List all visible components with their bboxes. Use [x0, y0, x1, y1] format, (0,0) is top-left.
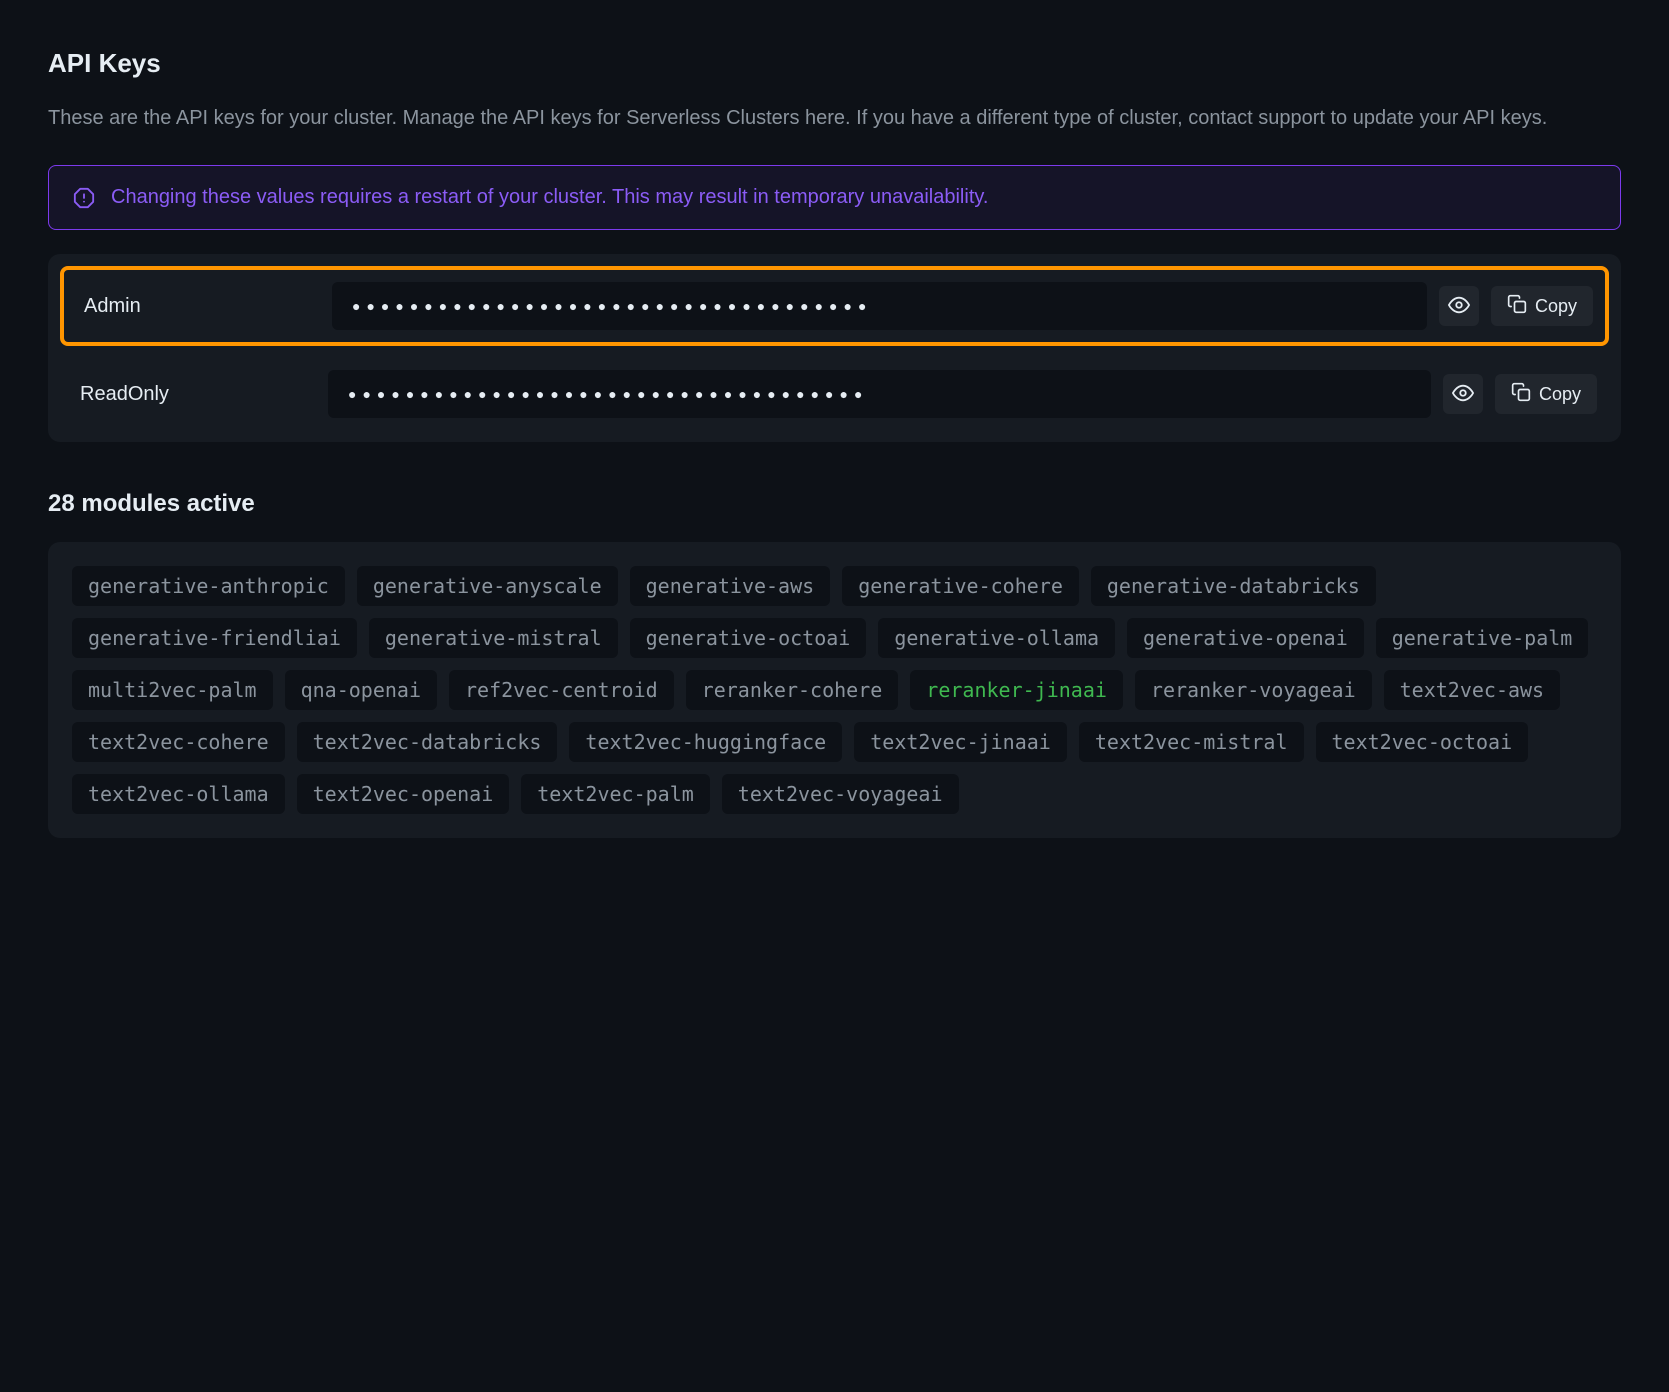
- module-chip[interactable]: text2vec-ollama: [72, 774, 285, 814]
- api-key-row: Admin ●●●●●●●●●●●●●●●●●●●●●●●●●●●●●●●●●●●…: [60, 266, 1609, 346]
- module-chip[interactable]: text2vec-databricks: [297, 722, 558, 762]
- copy-button[interactable]: Copy: [1491, 286, 1593, 326]
- reveal-button[interactable]: [1443, 374, 1483, 414]
- module-chip[interactable]: generative-databricks: [1091, 566, 1376, 606]
- module-chip[interactable]: multi2vec-palm: [72, 670, 273, 710]
- api-key-label: Admin: [76, 295, 316, 318]
- reveal-button[interactable]: [1439, 286, 1479, 326]
- api-keys-heading: API Keys: [48, 48, 1621, 79]
- api-key-value-field[interactable]: ●●●●●●●●●●●●●●●●●●●●●●●●●●●●●●●●●●●●: [332, 282, 1427, 330]
- eye-icon: [1448, 294, 1470, 319]
- module-chip[interactable]: generative-octoai: [630, 618, 867, 658]
- eye-icon: [1452, 382, 1474, 407]
- modules-section: 28 modules active generative-anthropic ge…: [48, 490, 1621, 838]
- api-key-field-wrapper: ●●●●●●●●●●●●●●●●●●●●●●●●●●●●●●●●●●●● Copy: [332, 282, 1593, 330]
- modules-heading: 28 modules active: [48, 490, 1621, 518]
- copy-button-label: Copy: [1539, 384, 1581, 405]
- module-chip[interactable]: text2vec-palm: [521, 774, 710, 814]
- alert-icon: [73, 187, 95, 209]
- alert-text: Changing these values requires a restart…: [111, 186, 988, 209]
- module-chip[interactable]: ref2vec-centroid: [449, 670, 674, 710]
- api-key-value-field[interactable]: ●●●●●●●●●●●●●●●●●●●●●●●●●●●●●●●●●●●●: [328, 370, 1431, 418]
- module-chip[interactable]: reranker-cohere: [686, 670, 899, 710]
- module-chip[interactable]: text2vec-cohere: [72, 722, 285, 762]
- api-key-field-wrapper: ●●●●●●●●●●●●●●●●●●●●●●●●●●●●●●●●●●●● Copy: [328, 370, 1597, 418]
- module-chip[interactable]: generative-anthropic: [72, 566, 345, 606]
- module-chip[interactable]: qna-openai: [285, 670, 437, 710]
- module-chip[interactable]: text2vec-mistral: [1079, 722, 1304, 762]
- module-chip[interactable]: generative-anyscale: [357, 566, 618, 606]
- module-chip[interactable]: text2vec-aws: [1384, 670, 1561, 710]
- copy-icon: [1511, 382, 1531, 407]
- alert-banner: Changing these values requires a restart…: [48, 165, 1621, 230]
- module-chip[interactable]: generative-openai: [1127, 618, 1364, 658]
- module-chip[interactable]: generative-mistral: [369, 618, 618, 658]
- api-keys-section: API Keys These are the API keys for your…: [48, 48, 1621, 442]
- copy-button[interactable]: Copy: [1495, 374, 1597, 414]
- module-chip[interactable]: generative-ollama: [878, 618, 1115, 658]
- module-chip[interactable]: text2vec-openai: [297, 774, 510, 814]
- module-chip[interactable]: generative-aws: [630, 566, 831, 606]
- modules-list: generative-anthropicgenerative-anyscaleg…: [72, 566, 1597, 814]
- module-chip[interactable]: text2vec-huggingface: [569, 722, 842, 762]
- api-keys-description: These are the API keys for your cluster.…: [48, 103, 1621, 133]
- api-key-label: ReadOnly: [72, 383, 312, 406]
- module-chip[interactable]: generative-cohere: [842, 566, 1079, 606]
- copy-button-label: Copy: [1535, 296, 1577, 317]
- copy-icon: [1507, 294, 1527, 319]
- module-chip[interactable]: generative-friendliai: [72, 618, 357, 658]
- api-keys-container: Admin ●●●●●●●●●●●●●●●●●●●●●●●●●●●●●●●●●●●…: [48, 254, 1621, 442]
- api-key-row: ReadOnly ●●●●●●●●●●●●●●●●●●●●●●●●●●●●●●●●…: [60, 358, 1609, 430]
- module-chip[interactable]: generative-palm: [1376, 618, 1589, 658]
- module-chip[interactable]: reranker-voyageai: [1135, 670, 1372, 710]
- module-chip[interactable]: text2vec-jinaai: [854, 722, 1067, 762]
- module-chip[interactable]: text2vec-octoai: [1316, 722, 1529, 762]
- modules-container: generative-anthropicgenerative-anyscaleg…: [48, 542, 1621, 838]
- module-chip[interactable]: text2vec-voyageai: [722, 774, 959, 814]
- module-chip[interactable]: reranker-jinaai: [910, 670, 1123, 710]
